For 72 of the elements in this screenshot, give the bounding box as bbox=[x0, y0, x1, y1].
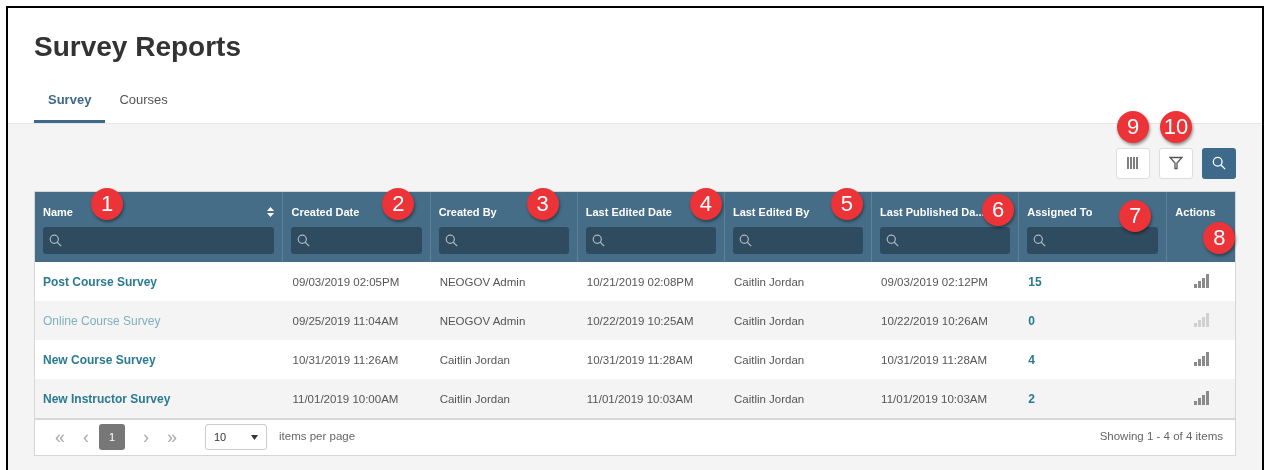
table-cell: Caitlin Jordan bbox=[733, 393, 805, 405]
column-header[interactable]: Created Date bbox=[291, 203, 360, 220]
table-cell: Caitlin Jordan bbox=[733, 354, 805, 366]
table-cell: 10/22/2019 10:25AM bbox=[586, 315, 694, 327]
column-header[interactable]: Actions bbox=[1175, 203, 1216, 220]
table-cell: 10/31/2019 11:26AM bbox=[292, 354, 399, 366]
survey-link[interactable]: Post Course Survey bbox=[43, 275, 158, 289]
search-icon bbox=[297, 234, 311, 247]
table-cell: 10/22/2019 10:26AM bbox=[881, 315, 988, 327]
search-button[interactable] bbox=[1202, 147, 1236, 179]
sort-icon[interactable] bbox=[267, 206, 275, 217]
filter-field[interactable] bbox=[732, 227, 864, 254]
bar-chart-icon[interactable] bbox=[1193, 274, 1209, 288]
assigned-count-link[interactable]: 15 bbox=[1028, 275, 1042, 289]
table-cell: Caitlin Jordan bbox=[733, 315, 805, 327]
table-cell: NEOGOV Admin bbox=[439, 276, 526, 288]
bar-chart-icon[interactable] bbox=[1193, 391, 1209, 405]
search-icon bbox=[1033, 234, 1047, 247]
table-cell: NEOGOV Admin bbox=[439, 315, 526, 327]
survey-link[interactable]: New Instructor Survey bbox=[43, 392, 171, 406]
bar-chart-icon[interactable] bbox=[1193, 313, 1209, 327]
filter-field[interactable] bbox=[291, 227, 422, 254]
search-icon bbox=[738, 234, 752, 247]
column-header[interactable]: Created By bbox=[438, 203, 497, 220]
table-cell: 10/21/2019 02:08PM bbox=[586, 276, 694, 288]
page-title: Survey Reports bbox=[34, 30, 242, 64]
column-header[interactable]: Last Published Da... bbox=[880, 203, 985, 220]
table-cell: Caitlin Jordan bbox=[439, 393, 510, 405]
table-cell: 11/01/2019 10:00AM bbox=[292, 393, 399, 405]
caret-icon bbox=[251, 434, 258, 440]
search-icon bbox=[444, 234, 458, 247]
tab[interactable]: Courses bbox=[105, 90, 182, 123]
table-cell: 11/01/2019 10:03AM bbox=[586, 393, 693, 405]
table-cell: Caitlin Jordan bbox=[439, 354, 510, 366]
filter-icon bbox=[1169, 156, 1183, 170]
column-header[interactable]: Name bbox=[43, 203, 73, 220]
filter-field[interactable] bbox=[43, 227, 275, 254]
callout-badge: 5 bbox=[830, 187, 863, 220]
pager-summary: Showing 1 - 4 of 4 items bbox=[1099, 429, 1223, 445]
table-cell: 10/31/2019 11:28AM bbox=[586, 354, 693, 366]
callout-badge: 8 bbox=[1203, 221, 1236, 254]
callout-badge: 7 bbox=[1119, 199, 1152, 232]
column-header[interactable]: Last Edited By bbox=[732, 203, 810, 220]
columns-icon bbox=[1126, 156, 1140, 170]
assigned-count-link[interactable]: 2 bbox=[1028, 392, 1035, 406]
table-cell: 11/01/2019 10:03AM bbox=[881, 393, 988, 405]
filter-field[interactable] bbox=[880, 227, 1011, 254]
table-cell: 10/31/2019 11:28AM bbox=[881, 354, 988, 366]
page-button[interactable]: 1 bbox=[99, 424, 125, 450]
callout-badge: 2 bbox=[382, 187, 415, 220]
table-cell: 09/03/2019 02:05PM bbox=[292, 276, 400, 288]
page-size-label: items per page bbox=[279, 429, 356, 445]
column-header[interactable]: Last Edited Date bbox=[585, 203, 672, 220]
search-icon bbox=[1212, 156, 1226, 170]
filter-field[interactable] bbox=[1027, 227, 1159, 254]
page-size-dropdown[interactable]: 10 bbox=[205, 424, 267, 450]
search-icon bbox=[49, 234, 62, 247]
column-header[interactable]: Assigned To bbox=[1027, 203, 1093, 220]
assigned-count-link[interactable]: 4 bbox=[1028, 353, 1035, 367]
bar-chart-icon[interactable] bbox=[1193, 352, 1209, 366]
callout-badge: 1 bbox=[91, 187, 123, 220]
callout-badge: 3 bbox=[526, 187, 559, 220]
table-cell: Caitlin Jordan bbox=[733, 276, 805, 288]
table-cell: 09/25/2019 11:04AM bbox=[292, 315, 399, 327]
callout-badge: 4 bbox=[689, 187, 722, 220]
survey-link[interactable]: New Course Survey bbox=[43, 353, 156, 367]
filter-field[interactable] bbox=[585, 227, 716, 254]
search-icon bbox=[591, 234, 605, 247]
search-icon bbox=[886, 234, 900, 247]
filter-field[interactable] bbox=[438, 227, 569, 254]
table-cell: 09/03/2019 02:12PM bbox=[881, 276, 988, 288]
callout-badge: 6 bbox=[982, 193, 1015, 226]
